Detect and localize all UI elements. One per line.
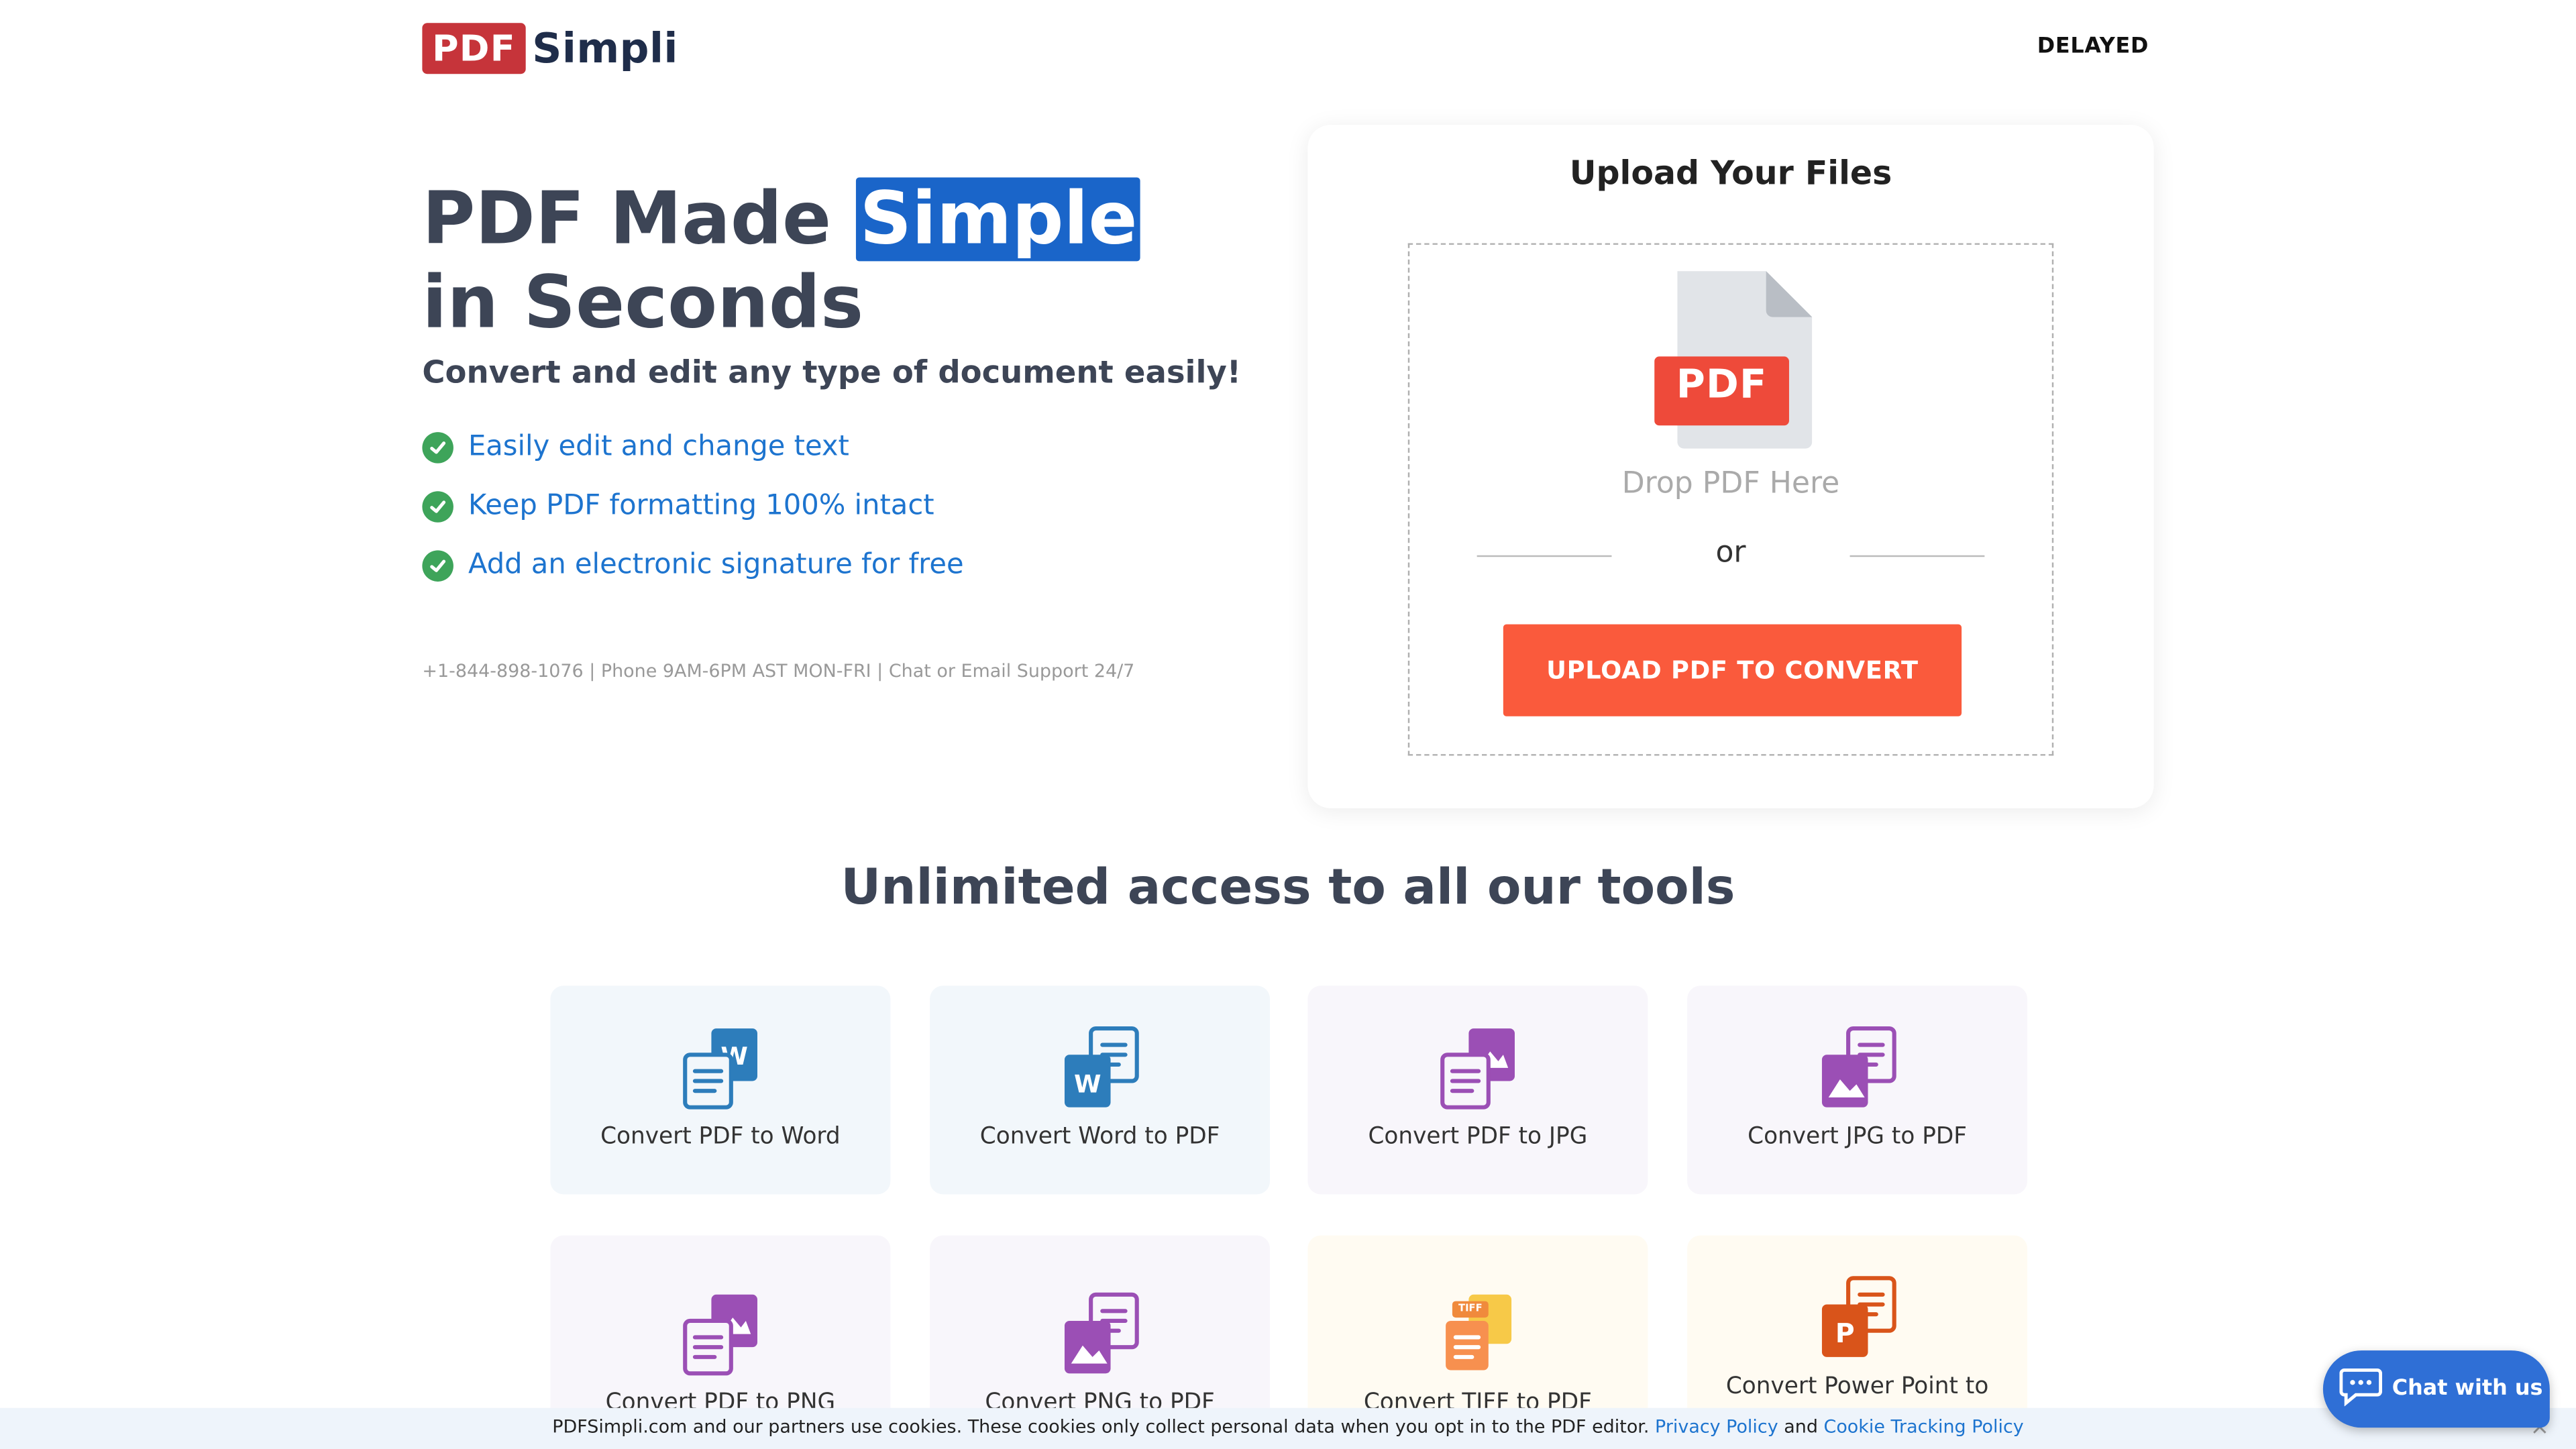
pdf-file-badge-text: PDF	[1676, 361, 1768, 408]
tool-label: Convert Word to PDF	[979, 1124, 1220, 1150]
pdf-file-icon: PDF	[1654, 271, 1813, 451]
hero-title: PDF Made Simple in Seconds	[422, 177, 1141, 345]
svg-text:W: W	[1074, 1070, 1102, 1099]
tool-card-jpg-to-pdf[interactable]: Convert JPG to PDF	[1687, 985, 2028, 1195]
png-to-pdf-icon	[1058, 1291, 1143, 1377]
divider-right	[1849, 555, 1985, 557]
cookie-text: PDFSimpli.com and our partners use cooki…	[552, 1416, 1650, 1438]
check-circle-icon	[422, 490, 453, 522]
hero-title-highlight: Simple	[856, 177, 1141, 261]
hero-subtitle: Convert and edit any type of document ea…	[422, 354, 1242, 391]
hero-title-part1: PDF Made	[422, 177, 857, 262]
hero-title-part2: in Seconds	[422, 261, 864, 345]
support-contact-line: +1-844-898-1076 | Phone 9AM-6PM AST MON-…	[422, 660, 1135, 682]
chat-bubble-icon	[2339, 1366, 2383, 1412]
drop-zone-text: Drop PDF Here	[1621, 466, 1840, 501]
tool-card-pdf-to-jpg[interactable]: Convert PDF to JPG	[1307, 985, 1648, 1195]
powerpoint-to-pdf-icon: P	[1815, 1275, 1900, 1360]
pdf-to-jpg-icon	[1436, 1025, 1521, 1110]
chat-label: Chat with us	[2392, 1377, 2543, 1401]
tools-section-title: Unlimited access to all our tools	[841, 859, 1735, 917]
tool-label: Convert Power Point to	[1725, 1373, 1989, 1400]
feature-text: Keep PDF formatting 100% intact	[468, 489, 934, 523]
pdf-to-word-icon: W	[678, 1025, 763, 1110]
status-label: DELAYED	[2037, 34, 2149, 60]
tool-card-word-to-pdf[interactable]: W Convert Word to PDF	[930, 985, 1271, 1195]
logo-pdf-box: PDF	[422, 23, 526, 74]
feature-text: Add an electronic signature for free	[468, 548, 964, 582]
or-separator: or	[1715, 535, 1746, 570]
tool-label: Convert JPG to PDF	[1748, 1124, 1968, 1150]
privacy-policy-link[interactable]: Privacy Policy	[1655, 1416, 1778, 1438]
upload-card-title: Upload Your Files	[1569, 152, 1892, 193]
tool-label: Convert PDF to Word	[600, 1124, 841, 1150]
pdf-drop-zone[interactable]: PDF Drop PDF Here or UPLOAD PDF TO CONVE…	[1407, 243, 2054, 756]
tiff-to-pdf-icon: TIFF	[1436, 1291, 1521, 1377]
cookie-banner: PDFSimpli.com and our partners use cooki…	[0, 1407, 2576, 1449]
check-circle-icon	[422, 431, 453, 463]
tiff-badge-text: TIFF	[1458, 1303, 1483, 1315]
site-logo[interactable]: PDF Simpli	[422, 23, 678, 74]
powerpoint-letter: P	[1835, 1318, 1855, 1349]
check-circle-icon	[422, 549, 453, 581]
cookie-and: and	[1784, 1416, 1818, 1438]
chat-widget-button[interactable]: Chat with us	[2322, 1350, 2550, 1428]
tool-label: Convert PDF to JPG	[1368, 1124, 1588, 1150]
logo-wordmark: Simpli	[532, 24, 678, 72]
upload-card: Upload Your Files PDF Drop PDF Here or U…	[1307, 125, 2154, 808]
tool-card-pdf-to-word[interactable]: W Convert PDF to Word	[550, 985, 891, 1195]
feature-item: Add an electronic signature for free	[422, 535, 964, 594]
jpg-to-pdf-icon	[1815, 1025, 1900, 1110]
pdf-to-png-icon	[678, 1291, 763, 1377]
cookie-policy-link[interactable]: Cookie Tracking Policy	[1824, 1416, 2024, 1438]
feature-list: Easily edit and change text Keep PDF for…	[422, 417, 964, 594]
page-root: PDF Simpli DELAYED PDF Made Simple in Se…	[0, 0, 2576, 1449]
feature-item: Keep PDF formatting 100% intact	[422, 476, 963, 535]
word-to-pdf-icon: W	[1058, 1025, 1143, 1110]
feature-text: Easily edit and change text	[468, 430, 849, 464]
feature-item: Easily edit and change text	[422, 417, 963, 476]
upload-pdf-button[interactable]: UPLOAD PDF TO CONVERT	[1503, 624, 1962, 716]
